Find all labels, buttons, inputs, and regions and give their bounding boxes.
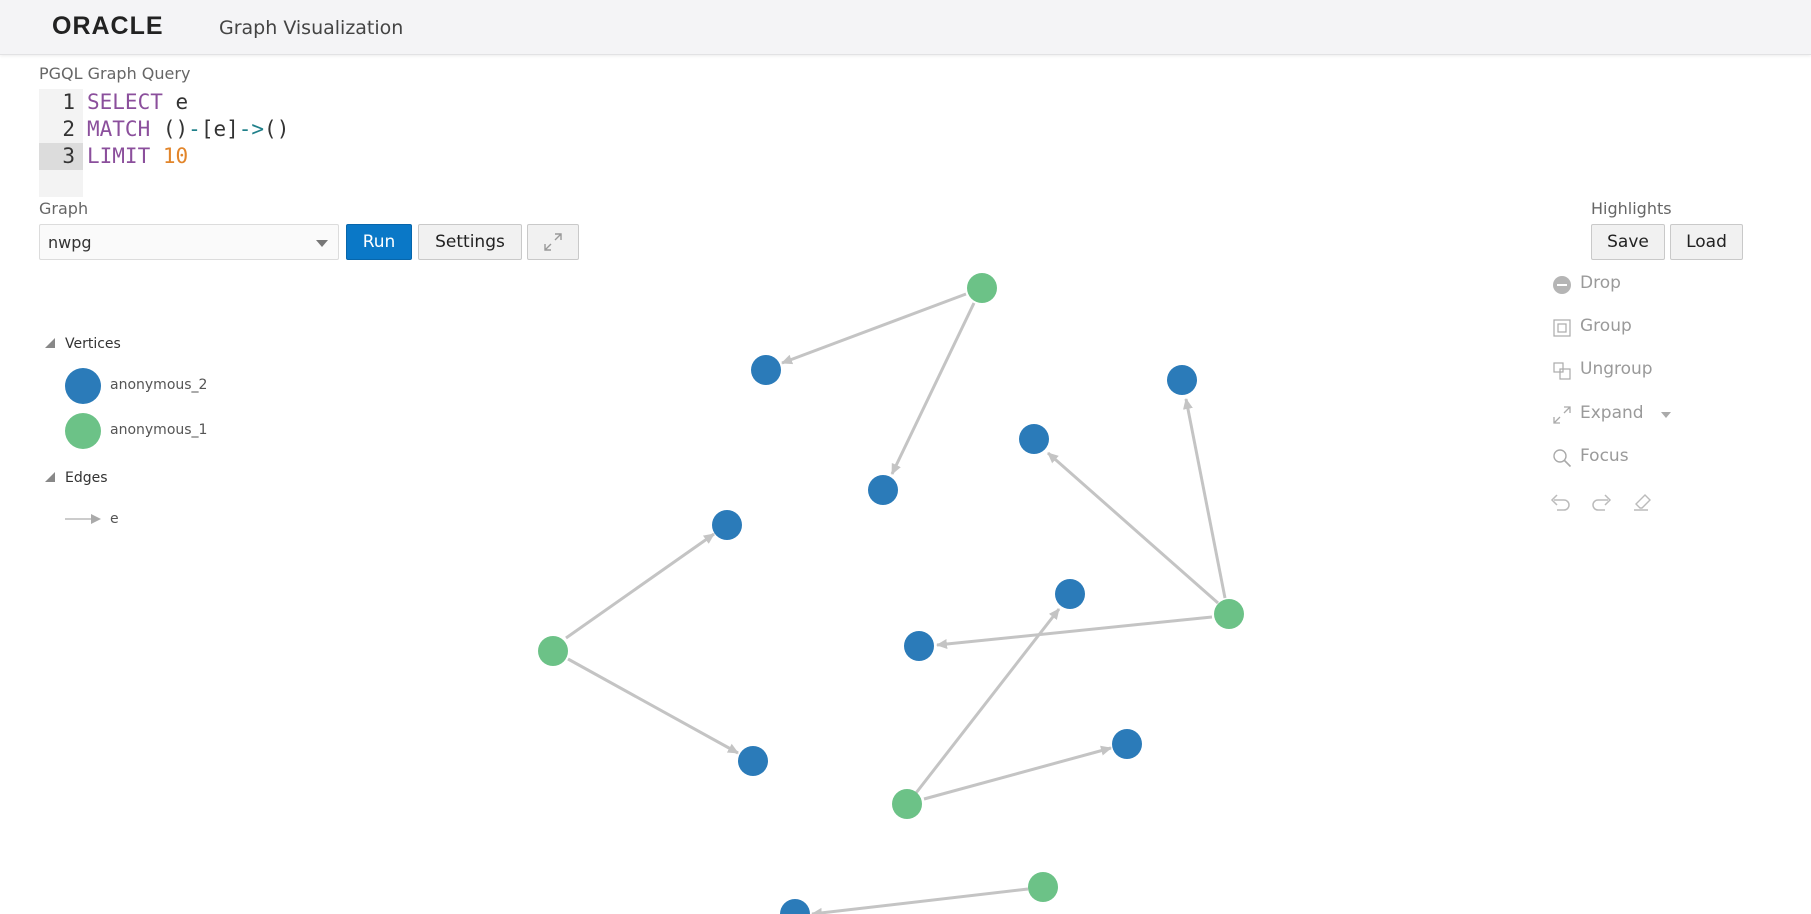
graph-canvas[interactable] [0,0,1811,914]
graph-edge[interactable] [565,532,715,640]
graph-edge[interactable] [811,887,1029,914]
vertices-layer [538,273,1244,914]
vertex-anonymous-2[interactable] [780,899,810,914]
vertex-anonymous-2[interactable] [712,510,742,540]
vertex-anonymous-2[interactable] [868,475,898,505]
vertex-anonymous-1[interactable] [1214,599,1244,629]
vertex-anonymous-1[interactable] [1028,872,1058,902]
vertex-anonymous-2[interactable] [1019,424,1049,454]
graph-edge[interactable] [1183,398,1227,599]
vertex-anonymous-1[interactable] [538,636,568,666]
vertex-anonymous-2[interactable] [751,355,781,385]
graph-edge[interactable] [923,745,1112,801]
vertex-anonymous-2[interactable] [904,631,934,661]
graph-edge[interactable] [914,608,1061,794]
vertex-anonymous-2[interactable] [1167,365,1197,395]
vertex-anonymous-2[interactable] [738,746,768,776]
vertex-anonymous-2[interactable] [1112,729,1142,759]
vertex-anonymous-1[interactable] [892,789,922,819]
graph-edge[interactable] [936,615,1213,649]
graph-edge[interactable] [890,302,976,475]
graph-edge[interactable] [567,657,739,755]
vertex-anonymous-2[interactable] [1055,579,1085,609]
vertex-anonymous-1[interactable] [967,273,997,303]
graph-edge[interactable] [781,292,967,365]
edges-layer [565,292,1227,914]
